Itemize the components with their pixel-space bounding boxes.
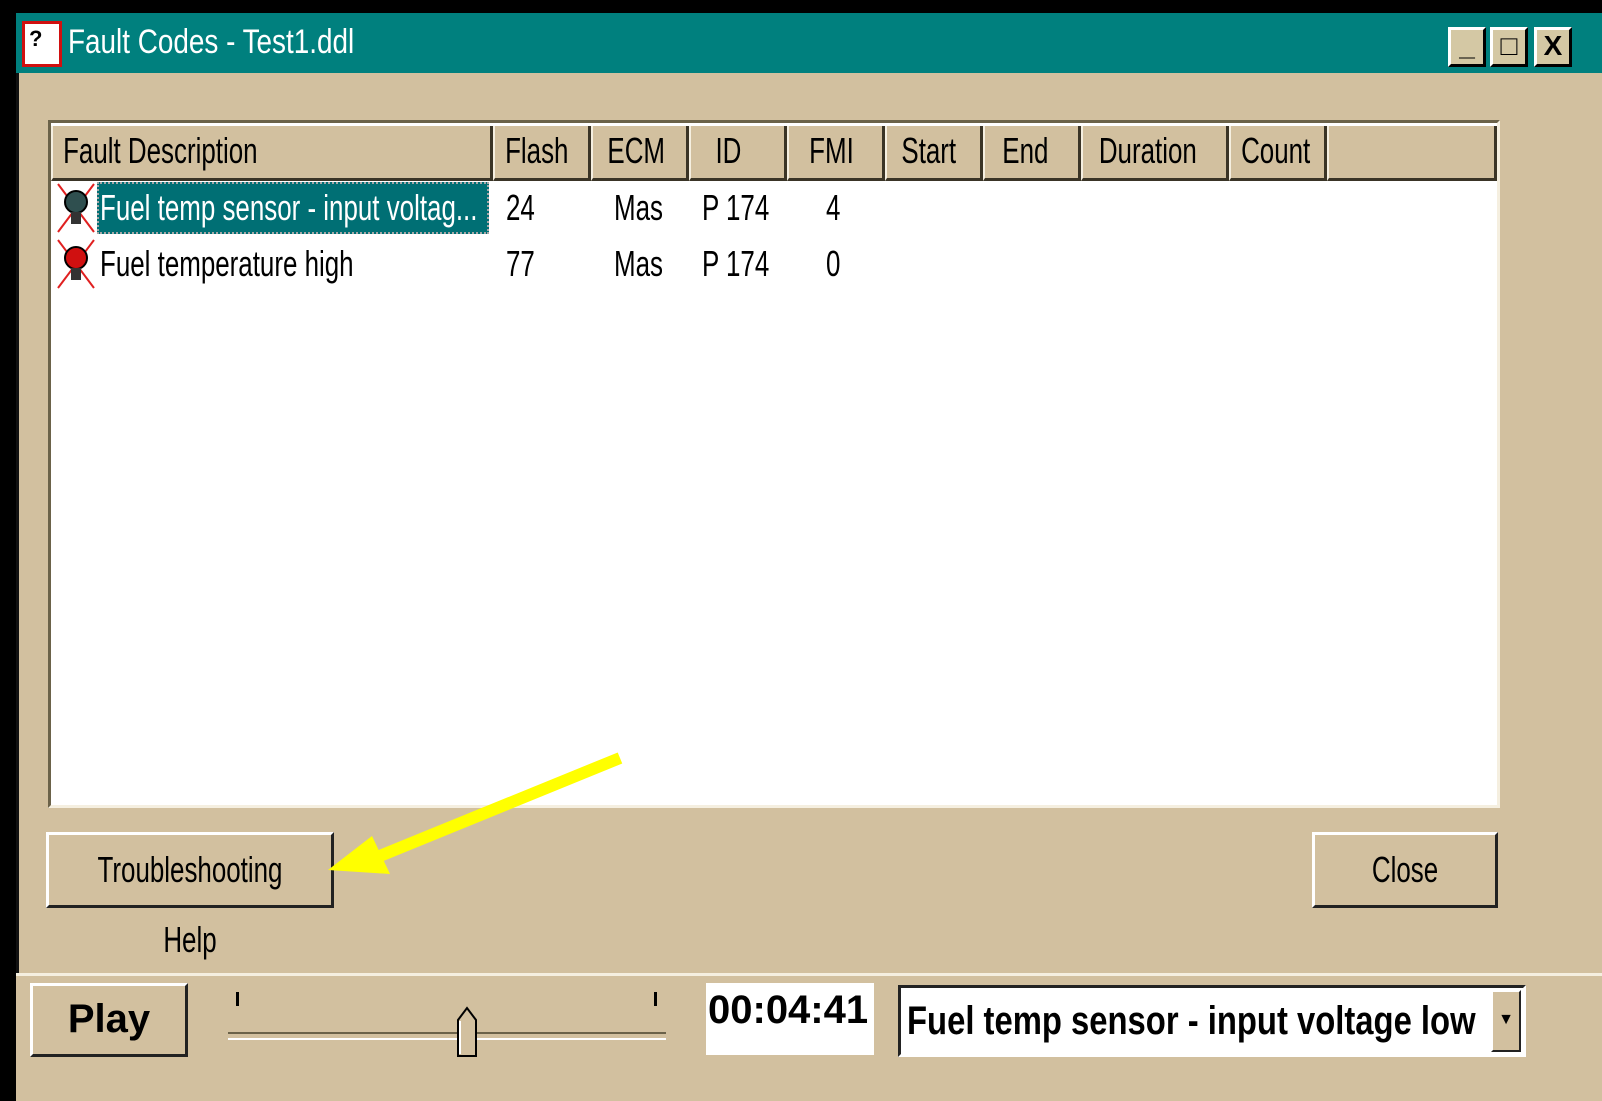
chevron-down-icon[interactable]: ▼ [1491,990,1521,1052]
close-window-button[interactable]: X [1534,27,1572,67]
fault-description: Fuel temperature high [100,243,354,284]
fault-select-dropdown[interactable]: Fuel temp sensor - input voltage low ▼ [898,985,1526,1057]
column-header-flash[interactable]: Flash [493,126,591,181]
flash-code: 24 [506,187,535,228]
column-header-duration[interactable]: Duration [1081,126,1229,181]
fault-lamp-red-icon [57,239,95,289]
ecm-value: Mas [614,243,663,284]
troubleshooting-help-button[interactable]: Troubleshooting Help [46,832,334,960]
column-header-ecm[interactable]: ECM [591,126,689,181]
flash-code: 77 [506,243,535,284]
column-header-fault-description[interactable]: Fault Description [51,126,493,181]
close-button[interactable]: Close [1312,832,1498,908]
slider-tick-end [654,992,657,1006]
minimize-button[interactable]: _ [1448,27,1486,67]
time-display: 00:04:41 [706,983,874,1055]
title-bar[interactable]: ? Fault Codes - Test1.ddl _ □ X [16,13,1602,73]
fmi-value: 0 [826,243,841,284]
maximize-button[interactable]: □ [1490,27,1528,67]
play-button[interactable]: Play [30,983,188,1057]
fmi-value: 4 [826,187,841,228]
column-header-count[interactable]: Count [1229,126,1327,181]
column-header-start[interactable]: Start [885,126,983,181]
slider-tick-start [236,992,239,1006]
column-header-id[interactable]: ID [689,126,787,181]
id-value: P 174 [702,243,770,284]
column-header-fmi[interactable]: FMI [787,126,885,181]
column-header-end[interactable]: End [983,126,1081,181]
ecm-value: Mas [614,187,663,228]
column-header-empty [1327,126,1497,181]
timeline-slider[interactable] [228,1032,666,1040]
slider-thumb[interactable] [456,1006,478,1058]
fault-lamp-icon [57,183,95,233]
app-icon: ? [22,21,62,67]
id-value: P 174 [702,187,770,228]
window-title: Fault Codes - Test1.ddl [68,23,355,61]
